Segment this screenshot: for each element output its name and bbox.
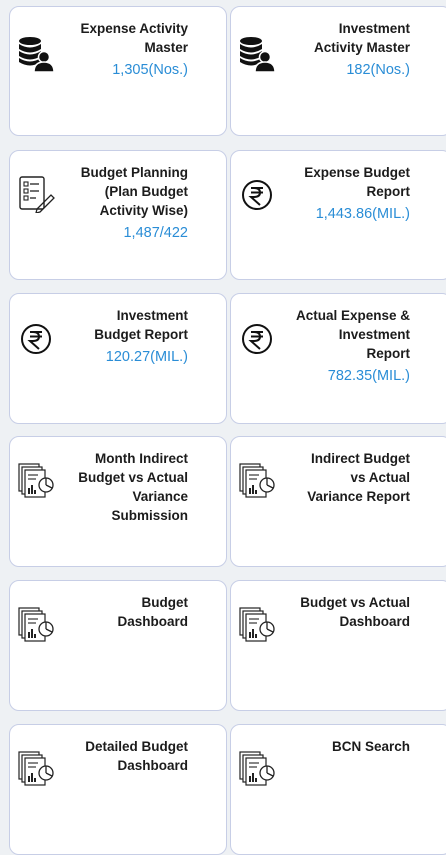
card-actual-expense-investment-report[interactable]: Actual Expense & Investment Report 782.3…	[230, 293, 446, 424]
card-title: Expense Activity Master	[80, 21, 188, 55]
card-detailed-budget-dashboard[interactable]: Detailed Budget Dashboard	[9, 724, 227, 855]
card-title: Budget vs Actual Dashboard	[300, 595, 410, 629]
card-value: 1,443.86(MIL.)	[315, 206, 410, 222]
card-title: Investment Activity Master	[313, 21, 410, 55]
card-expense-activity-master[interactable]: Expense Activity Master 1,305(Nos.)	[9, 6, 227, 136]
card-title: Month Indirect Budget vs Actual Variance…	[78, 451, 188, 523]
card-title: Investment Budget Report	[94, 308, 188, 342]
card-budget-dashboard[interactable]: Budget Dashboard	[9, 580, 227, 711]
card-title: Expense Budget Report	[304, 165, 410, 199]
card-budget-planning[interactable]: Budget Planning (Plan Budget Activity Wi…	[9, 150, 227, 280]
card-value: 182(Nos.)	[346, 62, 410, 78]
card-value: 120.27(MIL.)	[105, 349, 188, 365]
card-indirect-budget-variance-report[interactable]: Indirect Budget vs Actual Variance Repor…	[230, 436, 446, 567]
card-value: 1,305(Nos.)	[112, 62, 188, 78]
card-expense-budget-report[interactable]: Expense Budget Report 1,443.86(MIL.)	[230, 150, 446, 280]
card-budget-vs-actual-dashboard[interactable]: Budget vs Actual Dashboard	[230, 580, 446, 711]
card-value: 782.35(MIL.)	[327, 368, 410, 384]
card-bcn-search[interactable]: BCN Search	[230, 724, 446, 855]
card-title: Actual Expense & Investment Report	[295, 308, 410, 361]
card-title: Indirect Budget vs Actual Variance Repor…	[307, 451, 410, 504]
card-investment-budget-report[interactable]: Investment Budget Report 120.27(MIL.)	[9, 293, 227, 424]
card-title: Budget Planning (Plan Budget Activity Wi…	[80, 165, 188, 218]
card-title: Budget Dashboard	[117, 595, 188, 629]
card-title: BCN Search	[331, 739, 410, 754]
card-investment-activity-master[interactable]: Investment Activity Master 182(Nos.)	[230, 6, 446, 136]
activity-card-grid: Expense Activity Master 1,305(Nos.) Inve…	[0, 0, 446, 855]
card-value: 1,487/422	[123, 225, 188, 241]
card-month-indirect-budget-variance[interactable]: Month Indirect Budget vs Actual Variance…	[9, 436, 227, 567]
card-title: Detailed Budget Dashboard	[85, 739, 188, 773]
